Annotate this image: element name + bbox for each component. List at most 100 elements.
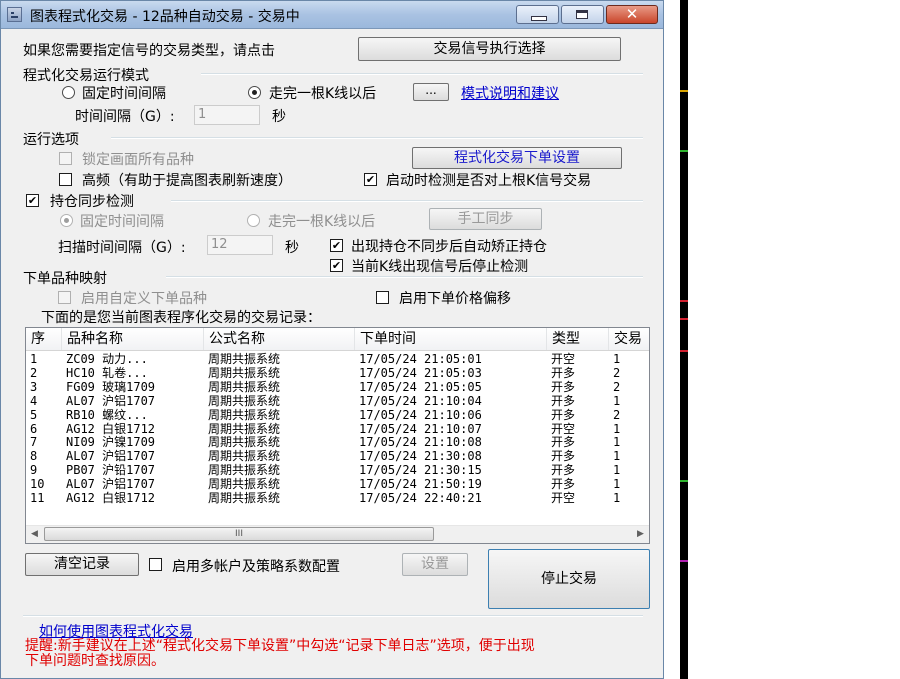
price-offset-checkbox[interactable] xyxy=(376,291,389,304)
table-cell: 周期共振系统 xyxy=(208,365,281,380)
table-row[interactable]: 5 RB10 螺纹... 周期共振系统 17/05/24 21:10:06 开多 2 xyxy=(26,408,649,422)
interval-input[interactable]: 1 xyxy=(194,105,260,125)
column-header[interactable]: 交易 xyxy=(609,328,649,350)
mapping-group-label: 下单品种映射 xyxy=(23,271,107,287)
order-settings-button[interactable]: 程式化交易下单设置 xyxy=(412,147,622,169)
table-cell: 周期共振系统 xyxy=(208,435,281,450)
column-header[interactable]: 类型 xyxy=(547,328,609,350)
scroll-thumb[interactable]: III xyxy=(44,527,434,541)
lock-all-checkbox[interactable] xyxy=(59,152,72,165)
auto-fix-checkbox[interactable]: ✔ xyxy=(330,239,343,252)
table-cell: 周期共振系统 xyxy=(208,421,281,436)
scroll-right-icon[interactable]: ▶ xyxy=(632,526,649,543)
table-cell: 开多 xyxy=(551,365,576,380)
signal-select-button[interactable]: 交易信号执行选择 xyxy=(358,37,621,61)
table-row[interactable]: 10 AL07 沪铝1707 周期共振系统 17/05/24 21:50:19 开多 1 xyxy=(26,477,649,491)
table-cell: 17/05/24 21:10:08 xyxy=(359,435,482,450)
table-cell: 2 xyxy=(613,379,621,394)
column-header[interactable]: 公式名称 xyxy=(204,328,355,350)
table-cell: 开空 xyxy=(551,421,576,436)
table-cell: 周期共振系统 xyxy=(208,449,281,464)
position-sync-checkbox[interactable]: ✔ xyxy=(26,194,39,207)
clear-records-button[interactable]: 清空记录 xyxy=(25,553,139,576)
records-caption: 下面的是您当前图表程序化交易的交易记录： xyxy=(41,310,321,326)
run-mode-fixed-radio[interactable] xyxy=(62,86,75,99)
price-offset-label: 启用下单价格偏移 xyxy=(399,291,511,307)
group-divider xyxy=(166,276,643,278)
table-cell: 17/05/24 22:40:21 xyxy=(359,491,482,505)
sync-fixed-radio[interactable] xyxy=(60,214,73,227)
horizontal-scrollbar[interactable]: ◀ III ▶ xyxy=(26,525,649,543)
table-row[interactable]: 11 AG12 白银1712 周期共振系统 17/05/24 22:40:21 开空 1 xyxy=(26,491,649,505)
column-header[interactable]: 下单时间 xyxy=(355,328,547,350)
table-cell: AG12 白银1712 xyxy=(66,421,156,436)
table-cell: 1 xyxy=(613,477,621,492)
title-bar[interactable]: 图表程式化交易 - 12品种自动交易 - 交易中 ✕ xyxy=(1,1,663,29)
table-cell: 周期共振系统 xyxy=(208,491,281,505)
table-cell: 17/05/24 21:10:04 xyxy=(359,393,482,408)
table-row[interactable]: 2 HC10 轧卷... 周期共振系统 17/05/24 21:05:03 开多 2 xyxy=(26,366,649,380)
table-cell: 开多 xyxy=(551,463,576,478)
table-row[interactable]: 8 AL07 沪铝1707 周期共振系统 17/05/24 21:30:08 开多 1 xyxy=(26,449,649,463)
table-cell: 周期共振系统 xyxy=(208,477,281,492)
manual-sync-button[interactable]: 手工同步 xyxy=(429,208,542,230)
stop-on-signal-checkbox[interactable]: ✔ xyxy=(330,259,343,272)
settings-button[interactable]: 设置 xyxy=(402,553,468,576)
table-cell: 周期共振系统 xyxy=(208,393,281,408)
table-cell: 7 xyxy=(30,435,38,450)
custom-symbol-label: 启用自定义下单品种 xyxy=(81,291,207,307)
check-last-bar-label: 启动时检测是否对上根K信号交易 xyxy=(386,173,592,189)
auto-fix-label: 出现持仓不同步后自动矫正持仓 xyxy=(351,239,547,255)
sync-bar-label: 走完一根K线以后 xyxy=(268,214,376,230)
table-cell: 1 xyxy=(613,421,621,436)
check-last-bar-checkbox[interactable]: ✔ xyxy=(364,173,377,186)
table-cell: 1 xyxy=(613,352,621,366)
custom-symbol-checkbox[interactable] xyxy=(58,291,71,304)
trade-records-table[interactable]: 序 品种名称 公式名称 下单时间 类型 交易 1 ZC09 动力... 周期共振系统… xyxy=(25,327,650,544)
close-icon: ✕ xyxy=(625,5,639,23)
maximize-button[interactable] xyxy=(561,5,604,24)
table-row[interactable]: 7 NI09 沪镍1709 周期共振系统 17/05/24 21:10:08 开多 1 xyxy=(26,435,649,449)
table-cell: 开多 xyxy=(551,393,576,408)
column-header[interactable]: 品种名称 xyxy=(62,328,204,350)
mode-help-link[interactable]: 模式说明和建议 xyxy=(461,83,559,103)
scan-interval-input[interactable]: 12 xyxy=(207,235,273,255)
multi-account-checkbox[interactable] xyxy=(149,558,162,571)
table-row[interactable]: 1 ZC09 动力... 周期共振系统 17/05/24 21:05:01 开空 1 xyxy=(26,352,649,366)
close-button[interactable]: ✕ xyxy=(606,5,658,24)
table-cell: 开空 xyxy=(551,491,576,505)
table-cell: 5 xyxy=(30,407,38,422)
table-cell: 周期共振系统 xyxy=(208,463,281,478)
table-row[interactable]: 6 AG12 白银1712 周期共振系统 17/05/24 21:10:07 开空 1 xyxy=(26,422,649,436)
table-header: 序 品种名称 公式名称 下单时间 类型 交易 xyxy=(26,328,649,351)
run-mode-bar-label: 走完一根K线以后 xyxy=(269,86,377,102)
scan-interval-label: 扫描时间间隔（G）: xyxy=(58,240,186,256)
table-cell: 9 xyxy=(30,463,38,478)
scroll-left-icon[interactable]: ◀ xyxy=(26,526,43,543)
table-row[interactable]: 9 PB07 沪铅1707 周期共振系统 17/05/24 21:30:15 开多 1 xyxy=(26,463,649,477)
table-cell: AL07 沪铝1707 xyxy=(66,449,156,464)
hint-text: 提醒:新手建议在上述“程式化交易下单设置”中勾选“记录下单日志”选项，便于出现下… xyxy=(25,638,535,669)
minimize-button[interactable] xyxy=(516,5,559,24)
table-cell: 8 xyxy=(30,449,38,464)
column-header[interactable]: 序 xyxy=(26,328,62,350)
table-cell: 17/05/24 21:30:15 xyxy=(359,463,482,478)
table-cell: 开空 xyxy=(551,352,576,366)
lock-all-label: 锁定画面所有品种 xyxy=(82,152,194,168)
maximize-icon xyxy=(576,10,588,19)
mode-more-button[interactable]: ... xyxy=(413,83,449,101)
window-title: 图表程式化交易 - 12品种自动交易 - 交易中 xyxy=(30,9,300,25)
table-row[interactable]: 4 AL07 沪铝1707 周期共振系统 17/05/24 21:10:04 开多 1 xyxy=(26,394,649,408)
table-cell: AG12 白银1712 xyxy=(66,491,156,505)
run-mode-bar-radio[interactable] xyxy=(248,86,261,99)
table-cell: 10 xyxy=(30,477,45,492)
stop-trading-button[interactable]: 停止交易 xyxy=(488,549,650,609)
sync-bar-radio[interactable] xyxy=(247,214,260,227)
table-cell: 2 xyxy=(613,365,621,380)
table-cell: 17/05/24 21:05:05 xyxy=(359,379,482,394)
table-row[interactable]: 3 FG09 玻璃1709 周期共振系统 17/05/24 21:05:05 开多 2 xyxy=(26,380,649,394)
scan-interval-unit: 秒 xyxy=(285,240,299,256)
group-divider xyxy=(111,137,643,139)
interval-unit: 秒 xyxy=(272,109,286,125)
high-freq-checkbox[interactable] xyxy=(59,173,72,186)
